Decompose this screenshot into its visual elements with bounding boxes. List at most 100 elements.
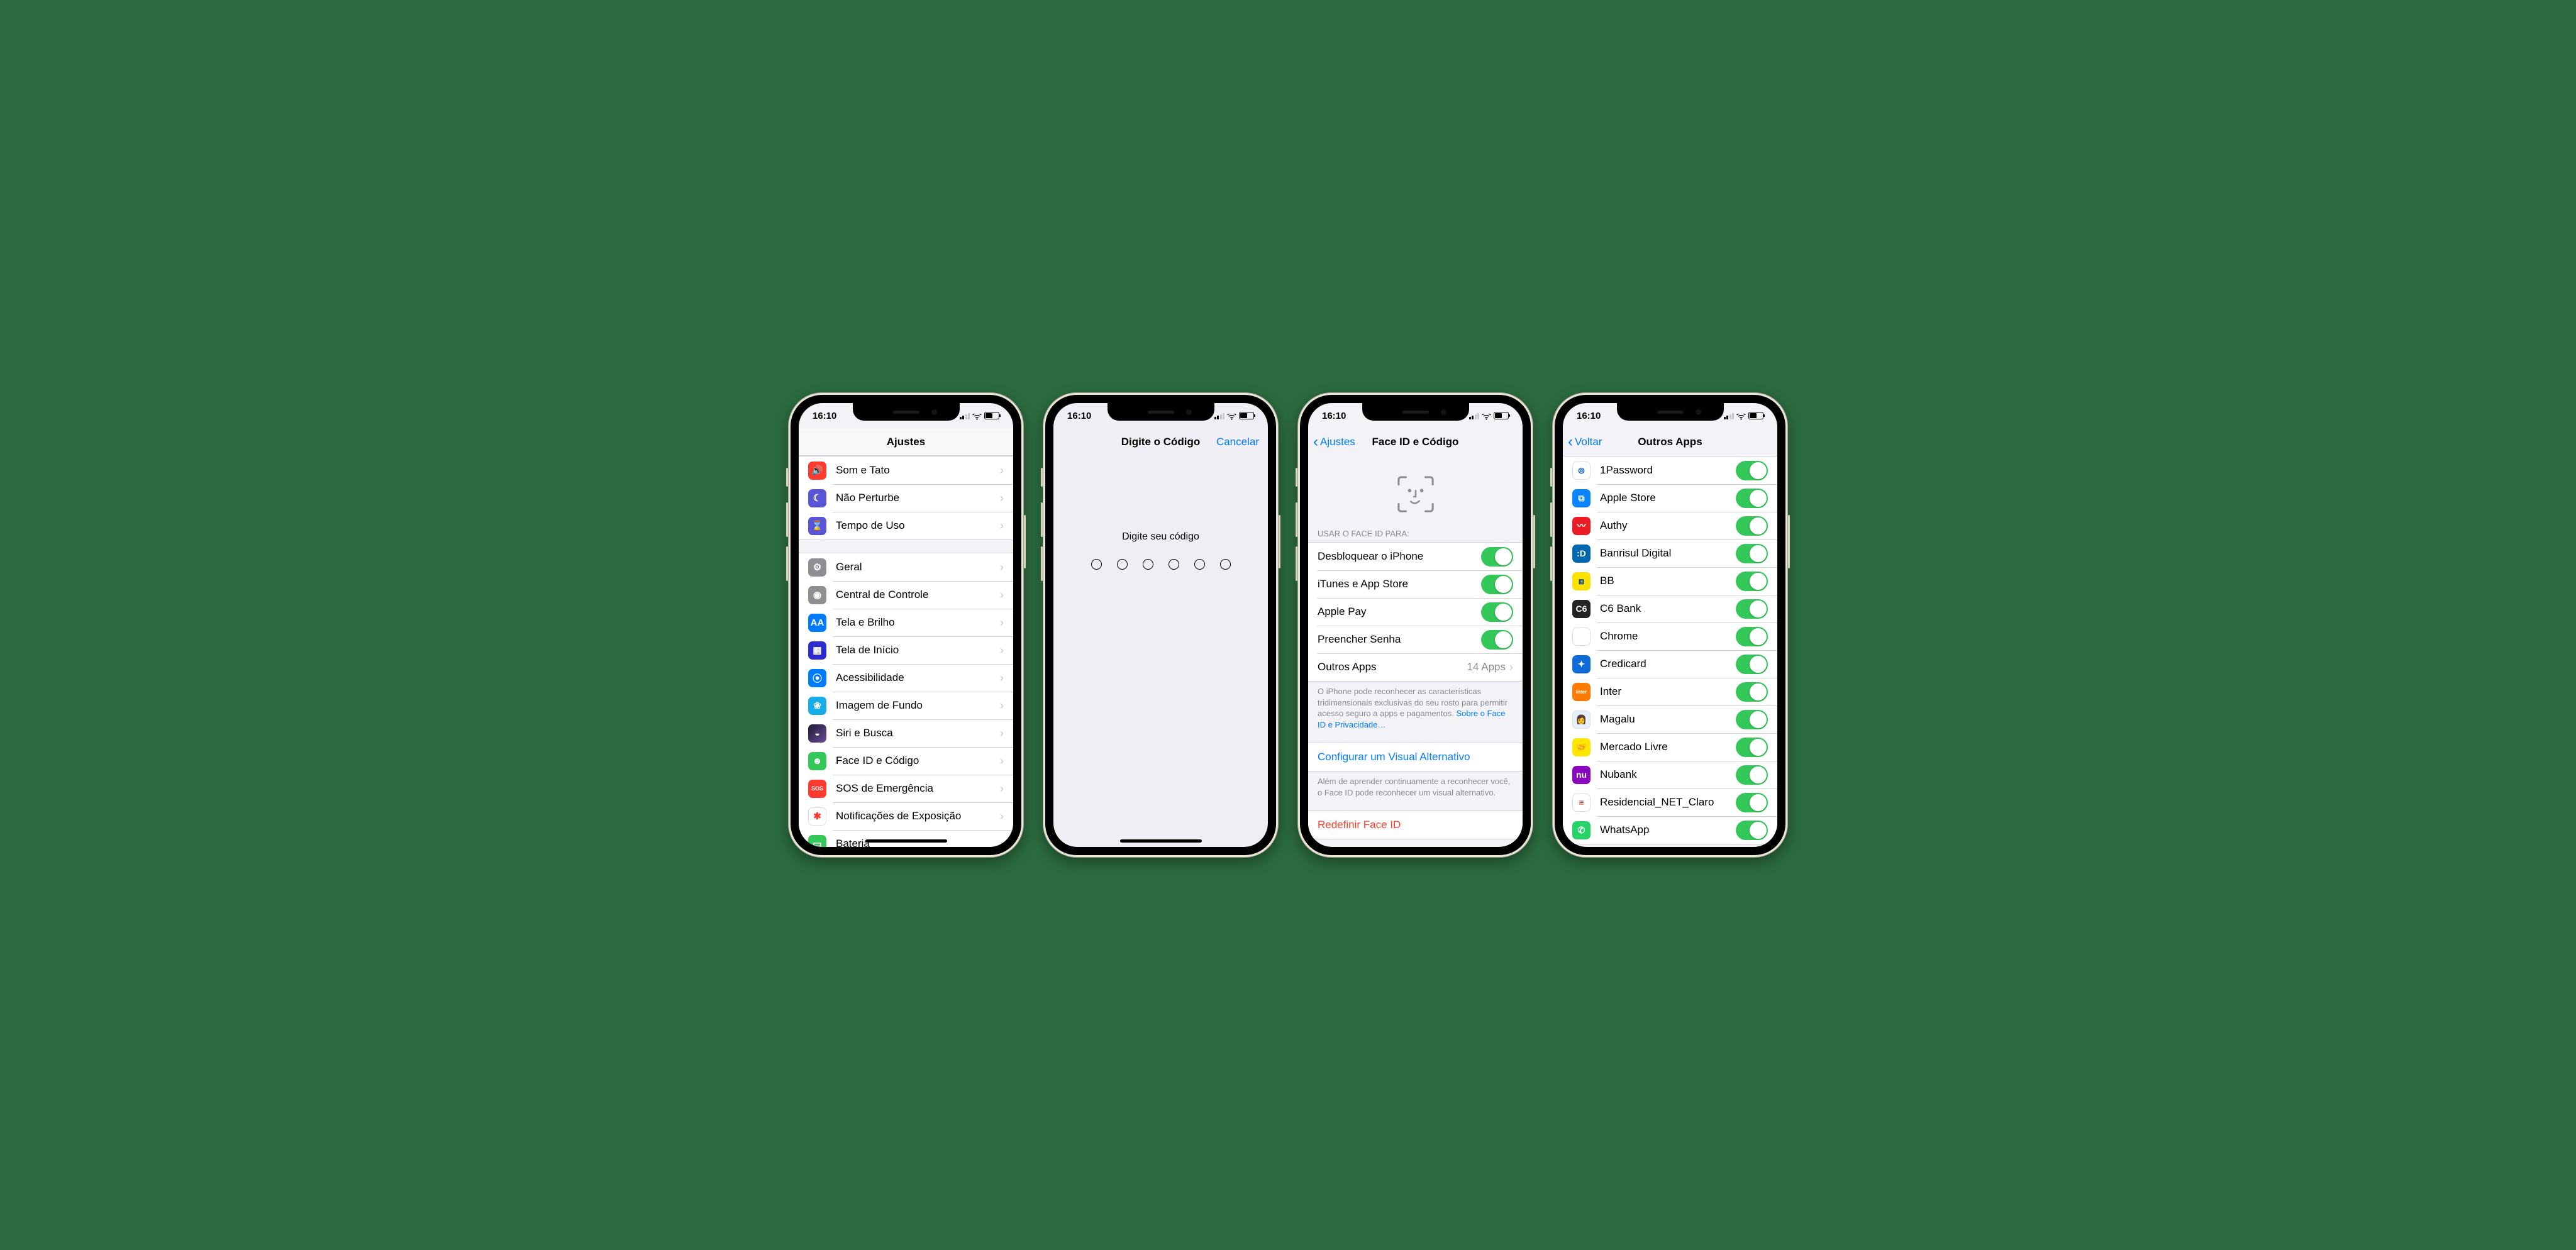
app-label: Credicard (1600, 658, 1736, 670)
app-label: Banrisul Digital (1600, 547, 1736, 560)
chevron-right-icon: › (1000, 561, 1004, 574)
app-icon: C6 (1572, 600, 1591, 618)
chevron-right-icon: › (1000, 519, 1004, 533)
chevron-right-icon: › (1000, 699, 1004, 712)
alternate-appearance-button[interactable]: Configurar um Visual Alternativo (1308, 743, 1523, 771)
toggle-switch[interactable] (1736, 489, 1768, 508)
settings-icon: ▦ (808, 641, 826, 660)
passcode-dots[interactable] (1053, 559, 1268, 570)
settings-icon: SOS (808, 780, 826, 798)
row-label: iTunes e App Store (1318, 578, 1481, 590)
settings-icon: ⚙︎ (808, 558, 826, 577)
settings-row[interactable]: ✱Notificações de Exposição› (799, 802, 1013, 830)
reset-faceid-button[interactable]: Redefinir Face ID (1308, 811, 1523, 839)
other-apps-list[interactable]: ⊚1Password⧉Apple Store〰Authy:DBanrisul D… (1563, 456, 1777, 847)
row-label: Preencher Senha (1318, 633, 1481, 646)
toggle-switch[interactable] (1736, 682, 1768, 702)
row-label: Outros Apps (1318, 661, 1467, 673)
home-indicator[interactable] (865, 839, 947, 843)
app-icon: ≡ (1572, 794, 1591, 812)
faceid-toggle-row: Apple Pay (1308, 598, 1523, 626)
page-title: Face ID e Código (1372, 436, 1459, 448)
toggle-switch[interactable] (1736, 738, 1768, 757)
section-footer: Além de aprender continuamente a reconhe… (1308, 772, 1523, 798)
settings-icon: 🔊 (808, 462, 826, 480)
toggle-switch[interactable] (1736, 572, 1768, 591)
chevron-right-icon: › (1000, 727, 1004, 740)
app-label: Inter (1600, 685, 1736, 698)
battery-icon (1748, 412, 1763, 419)
settings-icon: ◒ (808, 724, 826, 743)
app-label: BB (1600, 575, 1736, 587)
status-time: 16:10 (1577, 411, 1601, 421)
settings-row[interactable]: ◒ Siri e Busca› (799, 719, 1013, 747)
chevron-left-icon: ‹ (1568, 434, 1573, 450)
toggle-switch[interactable] (1736, 655, 1768, 674)
app-row: nuNubank (1563, 761, 1777, 788)
page-title: Digite o Código (1121, 436, 1201, 448)
row-label: Siri e Busca (836, 727, 1000, 739)
wifi-icon (972, 412, 982, 419)
settings-row[interactable]: ▦Tela de Início› (799, 636, 1013, 664)
back-button[interactable]: ‹Ajustes (1313, 434, 1355, 450)
faceid-content[interactable]: USAR O FACE ID PARA: Desbloquear o iPhon… (1308, 456, 1523, 847)
device-4: 16:10 ➤ ‹Voltar Outros Apps ⊚1Password⧉A… (1552, 392, 1788, 858)
toggle-switch[interactable] (1481, 630, 1513, 650)
toggle-switch[interactable] (1736, 627, 1768, 646)
toggle-switch[interactable] (1736, 516, 1768, 536)
settings-row[interactable]: ◉Central de Controle› (799, 581, 1013, 609)
back-button[interactable]: ‹Voltar (1568, 434, 1602, 450)
toggle-switch[interactable] (1481, 602, 1513, 622)
row-label: Face ID e Código (836, 755, 1000, 767)
app-icon: nu (1572, 766, 1591, 784)
toggle-switch[interactable] (1736, 599, 1768, 619)
settings-icon: ❀ (808, 697, 826, 715)
faceid-hero-icon (1308, 456, 1523, 525)
toggle-switch[interactable] (1481, 575, 1513, 594)
toggle-switch[interactable] (1481, 547, 1513, 567)
settings-row[interactable]: ⚙︎Geral› (799, 553, 1013, 581)
toggle-switch[interactable] (1736, 461, 1768, 480)
row-label: Som e Tato (836, 464, 1000, 477)
toggle-switch[interactable] (1736, 710, 1768, 729)
settings-icon: ⌛ (808, 517, 826, 535)
battery-icon (1239, 412, 1254, 419)
toggle-switch[interactable] (1736, 765, 1768, 785)
settings-row[interactable]: AATela e Brilho› (799, 609, 1013, 636)
chevron-right-icon: › (1000, 810, 1004, 823)
settings-row[interactable]: ☾Não Perturbe› (799, 484, 1013, 512)
app-label: Mercado Livre (1600, 741, 1736, 753)
chevron-right-icon: › (1000, 782, 1004, 795)
app-row: ✦Credicard (1563, 650, 1777, 678)
settings-list[interactable]: 🔊 Som e Tato › ☾Não Perturbe›⌛Tempo de Uso›… (799, 456, 1013, 847)
toggle-switch[interactable] (1736, 821, 1768, 840)
other-apps-row[interactable]: Outros Apps14 Apps› (1308, 653, 1523, 681)
status-time: 16:10 (1067, 411, 1091, 421)
cell-signal-icon (1214, 412, 1225, 419)
home-indicator[interactable] (1120, 839, 1202, 843)
settings-row[interactable]: 🔊Som e Tato› (799, 456, 1013, 484)
app-icon: :D (1572, 545, 1591, 563)
app-row: ⊚1Password (1563, 456, 1777, 484)
settings-row[interactable]: ▭Bateria› (799, 830, 1013, 847)
settings-row[interactable]: SOSSOS de Emergência› (799, 775, 1013, 802)
app-label: Residencial_NET_Claro (1600, 796, 1736, 809)
chevron-right-icon: › (1000, 644, 1004, 657)
app-label: Magalu (1600, 713, 1736, 726)
toggle-switch[interactable] (1736, 793, 1768, 812)
settings-icon: AA (808, 614, 826, 632)
wifi-icon (1227, 412, 1236, 419)
device-1: 16:10 ➤ Ajustes 🔊Som e Tato›☾Não Perturb… (788, 392, 1024, 858)
app-icon: ◉ (1572, 628, 1591, 646)
settings-row[interactable]: ⦿Acessibilidade› (799, 664, 1013, 692)
settings-row[interactable]: ☻Face ID e Código› (799, 747, 1013, 775)
toggle-switch[interactable] (1736, 544, 1768, 563)
settings-row[interactable]: ⌛Tempo de Uso› (799, 512, 1013, 539)
settings-icon: ✱ (808, 807, 826, 826)
cancel-button[interactable]: Cancelar (1216, 436, 1259, 448)
settings-row[interactable]: ❀Imagem de Fundo› (799, 692, 1013, 719)
app-icon: 👩 (1572, 711, 1591, 729)
app-label: Authy (1600, 519, 1736, 532)
app-row: ⧈BB (1563, 567, 1777, 595)
app-label: Chrome (1600, 630, 1736, 643)
